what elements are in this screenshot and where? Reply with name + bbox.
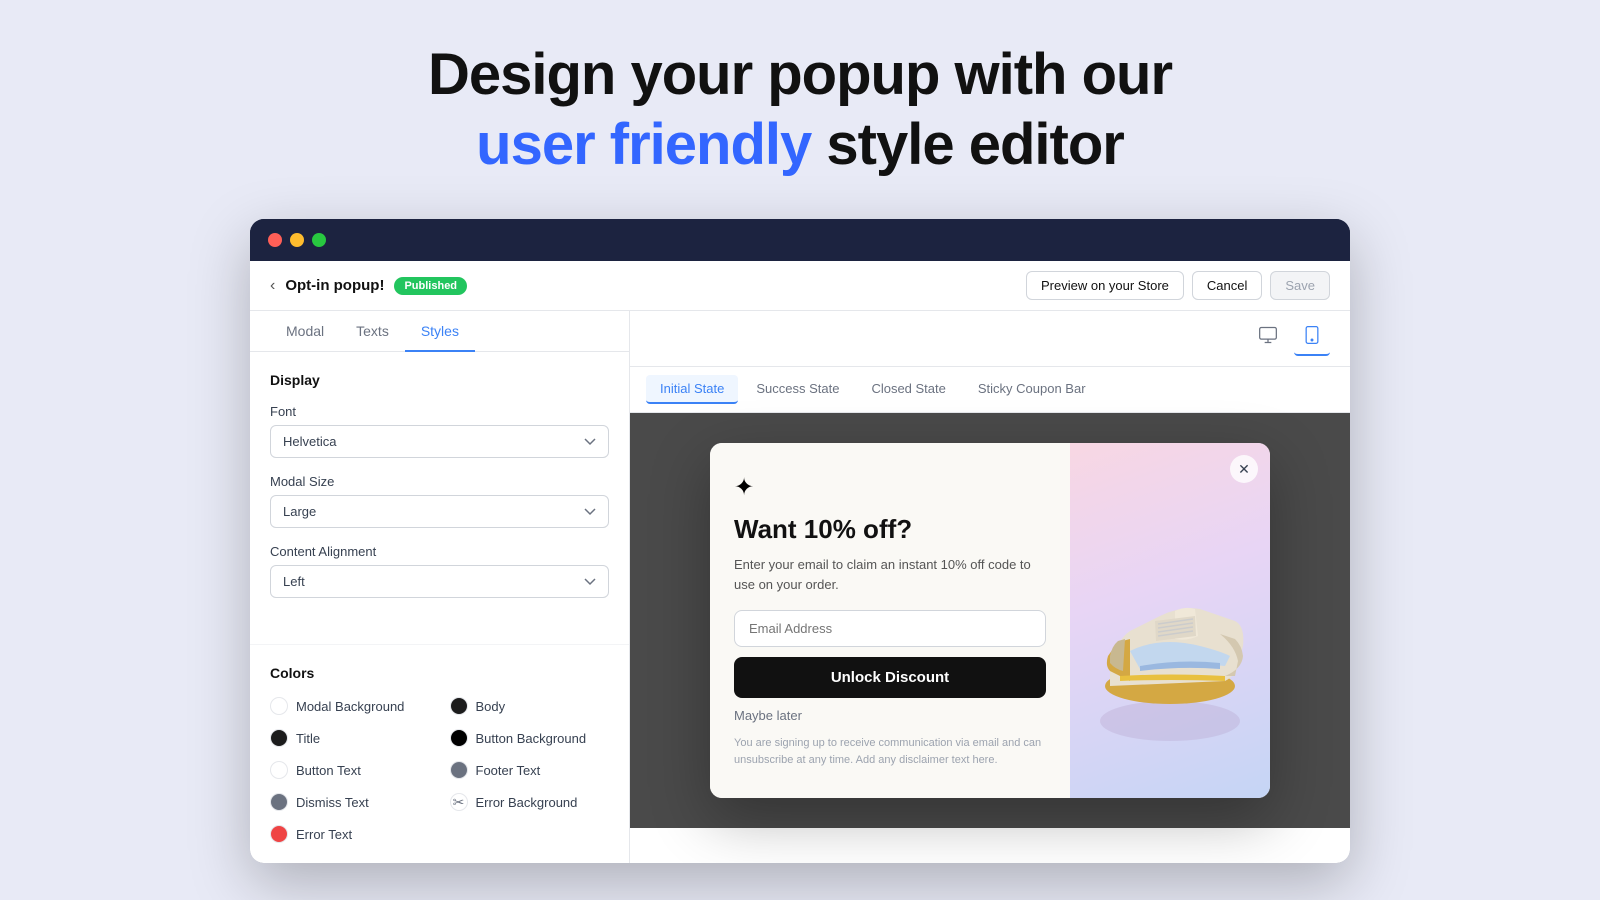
traffic-light-red[interactable] — [268, 233, 282, 247]
top-bar-left: ‹ Opt-in popup! Published — [270, 277, 467, 295]
color-dot-button-bg — [450, 729, 468, 747]
color-dot-error-text — [270, 825, 288, 843]
content-alignment-label: Content Alignment — [270, 544, 609, 559]
color-col-right: Body Button Background Footer Text — [450, 697, 610, 843]
color-footer-text[interactable]: Footer Text — [450, 761, 610, 779]
font-field: Font Helvetica Arial Georgia — [270, 404, 609, 458]
color-dot-modal-bg — [270, 697, 288, 715]
shoe-illustration — [1080, 491, 1260, 751]
popup-close-button[interactable]: ✕ — [1230, 455, 1258, 483]
headline-blue: user friendly — [476, 112, 811, 177]
traffic-light-green[interactable] — [312, 233, 326, 247]
color-label-button-bg: Button Background — [476, 731, 587, 746]
popup-subtext: Enter your email to claim an instant 10%… — [734, 555, 1046, 594]
color-label-error-bg: Error Background — [476, 795, 578, 810]
top-bar-right: Preview on your Store Cancel Save — [1026, 271, 1330, 300]
popup-cta-button[interactable]: Unlock Discount — [734, 657, 1046, 698]
browser-window: ‹ Opt-in popup! Published Preview on you… — [250, 219, 1350, 863]
color-dot-title — [270, 729, 288, 747]
left-panel: Modal Texts Styles Display Font — [250, 311, 630, 863]
browser-content: ‹ Opt-in popup! Published Preview on you… — [250, 261, 1350, 863]
color-col-left: Modal Background Title Button Text — [270, 697, 430, 843]
popup-email-input[interactable] — [734, 610, 1046, 647]
color-dot-footer — [450, 761, 468, 779]
popup-modal: ✕ ✦ Want 10% off? Enter your email to cl… — [710, 443, 1270, 798]
modal-size-field: Modal Size Large Medium Small — [270, 474, 609, 528]
tab-modal[interactable]: Modal — [270, 311, 340, 351]
color-button-text[interactable]: Button Text — [270, 761, 430, 779]
state-tab-success[interactable]: Success State — [742, 375, 853, 404]
color-label-error-text: Error Text — [296, 827, 352, 842]
back-button[interactable]: ‹ — [270, 277, 275, 295]
headline: Design your popup with our user friendly… — [428, 40, 1172, 179]
state-tab-closed[interactable]: Closed State — [857, 375, 959, 404]
tab-styles[interactable]: Styles — [405, 311, 475, 351]
display-section-title: Display — [270, 372, 609, 388]
content-alignment-field: Content Alignment Left Center Right — [270, 544, 609, 598]
traffic-light-yellow[interactable] — [290, 233, 304, 247]
font-label: Font — [270, 404, 609, 419]
popup-left-content: ✦ Want 10% off? Enter your email to clai… — [710, 443, 1070, 798]
color-dot-body — [450, 697, 468, 715]
headline-line1: Design your popup with our — [428, 42, 1172, 107]
state-tab-sticky[interactable]: Sticky Coupon Bar — [964, 375, 1100, 404]
color-error-background[interactable]: ✂ Error Background — [450, 793, 610, 811]
modal-size-label: Modal Size — [270, 474, 609, 489]
preview-nav — [630, 311, 1350, 367]
headline-gray: style editor — [811, 112, 1124, 177]
color-label-button-text: Button Text — [296, 763, 361, 778]
popup-heading: Want 10% off? — [734, 514, 1046, 545]
device-icons — [1250, 321, 1330, 356]
cancel-button[interactable]: Cancel — [1192, 271, 1262, 300]
color-dot-dismiss — [270, 793, 288, 811]
popup-sparkle-icon: ✦ — [734, 473, 1046, 502]
color-button-bg[interactable]: Button Background — [450, 729, 610, 747]
preview-area: ✕ ✦ Want 10% off? Enter your email to cl… — [630, 413, 1350, 828]
colors-section: Colors Modal Background Title — [250, 644, 629, 863]
save-button[interactable]: Save — [1270, 271, 1330, 300]
color-error-text[interactable]: Error Text — [270, 825, 430, 843]
content-alignment-select[interactable]: Left Center Right — [270, 565, 609, 598]
color-dot-error-bg: ✂ — [450, 793, 468, 811]
color-dismiss-text[interactable]: Dismiss Text — [270, 793, 430, 811]
tab-texts[interactable]: Texts — [340, 311, 405, 351]
popup-disclaimer: You are signing up to receive communicat… — [734, 735, 1046, 768]
color-label-footer: Footer Text — [476, 763, 541, 778]
color-title[interactable]: Title — [270, 729, 430, 747]
color-label-title: Title — [296, 731, 320, 746]
main-layout: Modal Texts Styles Display Font — [250, 311, 1350, 863]
color-body[interactable]: Body — [450, 697, 610, 715]
panel-content: Display Font Helvetica Arial Georgia Mod… — [250, 352, 629, 634]
top-bar: ‹ Opt-in popup! Published Preview on you… — [250, 261, 1350, 311]
right-panel: Initial State Success State Closed State… — [630, 311, 1350, 863]
preview-button[interactable]: Preview on your Store — [1026, 271, 1184, 300]
popup-maybe-later[interactable]: Maybe later — [734, 708, 1046, 723]
popup-title: Opt-in popup! — [285, 277, 384, 294]
browser-titlebar — [250, 219, 1350, 261]
color-dot-button-text — [270, 761, 288, 779]
tabs-nav: Modal Texts Styles — [250, 311, 629, 352]
popup-right-image — [1070, 443, 1270, 798]
color-label-body: Body — [476, 699, 506, 714]
font-select[interactable]: Helvetica Arial Georgia — [270, 425, 609, 458]
color-label-modal-bg: Modal Background — [296, 699, 404, 714]
published-badge: Published — [394, 277, 467, 295]
colors-section-title: Colors — [270, 665, 609, 681]
color-modal-background[interactable]: Modal Background — [270, 697, 430, 715]
color-label-dismiss: Dismiss Text — [296, 795, 369, 810]
desktop-icon[interactable] — [1250, 321, 1286, 356]
state-tabs: Initial State Success State Closed State… — [630, 367, 1350, 413]
color-rows: Modal Background Title Button Text — [270, 697, 609, 843]
state-tab-initial[interactable]: Initial State — [646, 375, 738, 404]
mobile-icon[interactable] — [1294, 321, 1330, 356]
modal-size-select[interactable]: Large Medium Small — [270, 495, 609, 528]
